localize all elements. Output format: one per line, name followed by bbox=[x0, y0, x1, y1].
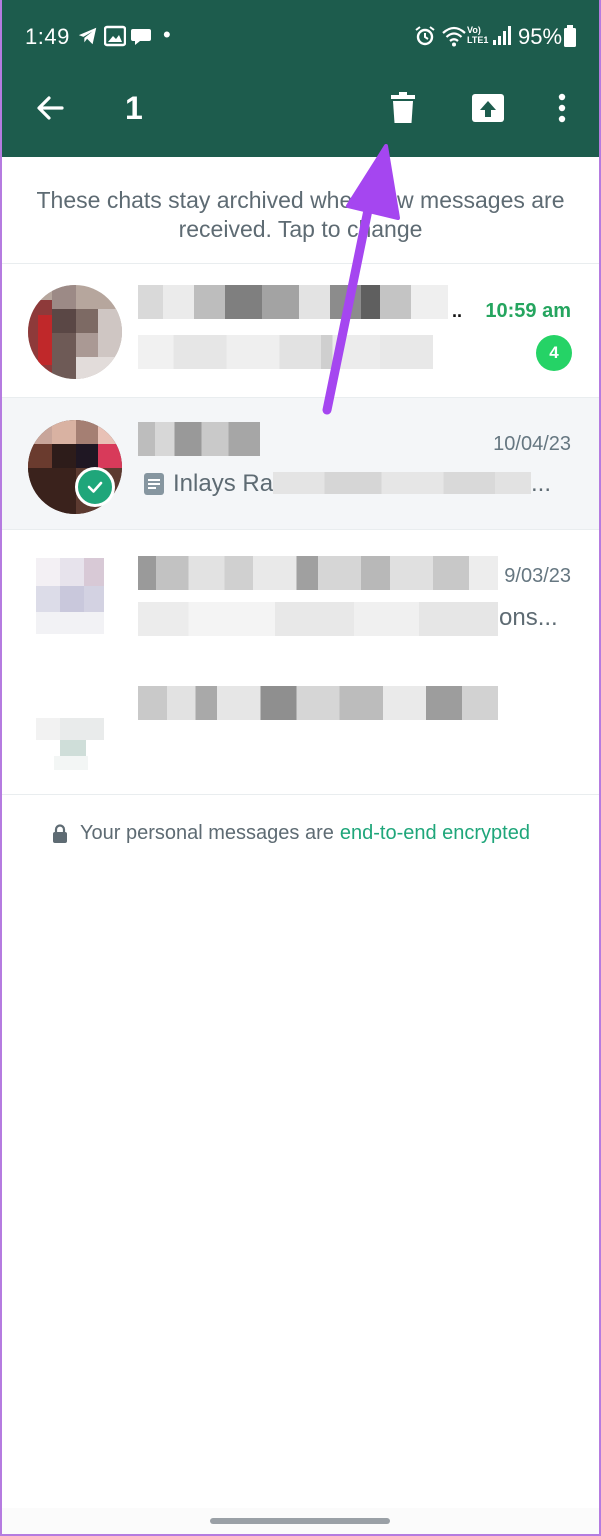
chat-row[interactable]: .. 10:59 am 4 bbox=[0, 265, 601, 397]
chat-row[interactable] bbox=[0, 662, 601, 794]
chat-time: 9/03/23 bbox=[504, 565, 571, 587]
lock-icon bbox=[53, 823, 67, 843]
more-vert-icon bbox=[558, 93, 566, 123]
avatar bbox=[28, 552, 122, 646]
app-header: 1:49 • Vo) LTE1 95% 1 bbox=[0, 0, 601, 157]
back-button[interactable] bbox=[30, 88, 70, 128]
chat-name-blurred bbox=[138, 285, 448, 319]
message-bubble-icon bbox=[131, 29, 151, 45]
status-bar: 1:49 • Vo) LTE1 95% bbox=[0, 0, 601, 72]
chat-time: 10/04/23 bbox=[493, 433, 571, 455]
divider bbox=[0, 263, 601, 264]
chat-preview-blurred bbox=[273, 472, 531, 494]
archive-info-text[interactable]: These chats stay archived when new messa… bbox=[30, 186, 571, 244]
signal-icon bbox=[493, 26, 511, 45]
chat-time: 10:59 am bbox=[485, 300, 571, 322]
chat-preview-text: Inlays Ra bbox=[173, 470, 274, 497]
back-arrow-icon bbox=[37, 96, 64, 120]
chat-preview-text: ons... bbox=[499, 604, 558, 631]
preview-ellipsis: ... bbox=[531, 470, 552, 497]
chat-preview-blurred bbox=[138, 602, 498, 636]
gallery-icon bbox=[104, 25, 126, 47]
unarchive-button[interactable] bbox=[468, 88, 508, 128]
battery-icon bbox=[564, 25, 576, 47]
selected-check-badge bbox=[75, 467, 115, 507]
battery-percent: 95% bbox=[518, 24, 563, 49]
unread-badge: 4 bbox=[536, 335, 572, 371]
unarchive-icon bbox=[472, 94, 504, 122]
chat-preview-blurred bbox=[138, 335, 433, 369]
delete-button[interactable] bbox=[383, 88, 423, 128]
document-icon bbox=[144, 473, 164, 495]
notification-dot: • bbox=[163, 22, 171, 47]
name-ellipsis: .. bbox=[452, 301, 463, 321]
encryption-link[interactable]: end-to-end encrypted bbox=[340, 822, 530, 845]
chat-row-selected[interactable]: 10/04/23 Inlays Ra ... bbox=[0, 398, 601, 530]
chat-name-blurred bbox=[138, 686, 498, 720]
chat-name-blurred bbox=[138, 556, 498, 590]
avatar bbox=[28, 285, 122, 379]
status-time: 1:49 bbox=[25, 24, 70, 49]
trash-icon bbox=[391, 92, 415, 123]
avatar bbox=[28, 684, 122, 778]
wifi-icon bbox=[442, 26, 466, 47]
selected-count: 1 bbox=[125, 90, 143, 126]
more-options-button[interactable] bbox=[542, 88, 582, 128]
network-type: Vo) LTE1 bbox=[467, 25, 489, 45]
chat-row[interactable]: 9/03/23 ons... bbox=[0, 530, 601, 662]
checkmark-icon bbox=[87, 481, 103, 493]
telegram-icon bbox=[78, 27, 97, 45]
divider bbox=[0, 794, 601, 795]
chat-name-blurred bbox=[138, 422, 260, 456]
home-gesture-pill[interactable] bbox=[210, 1518, 390, 1524]
alarm-icon bbox=[415, 26, 435, 46]
encryption-text: Your personal messages are bbox=[80, 822, 334, 844]
encryption-note[interactable]: Your personal messages are end-to-end en… bbox=[52, 822, 530, 845]
